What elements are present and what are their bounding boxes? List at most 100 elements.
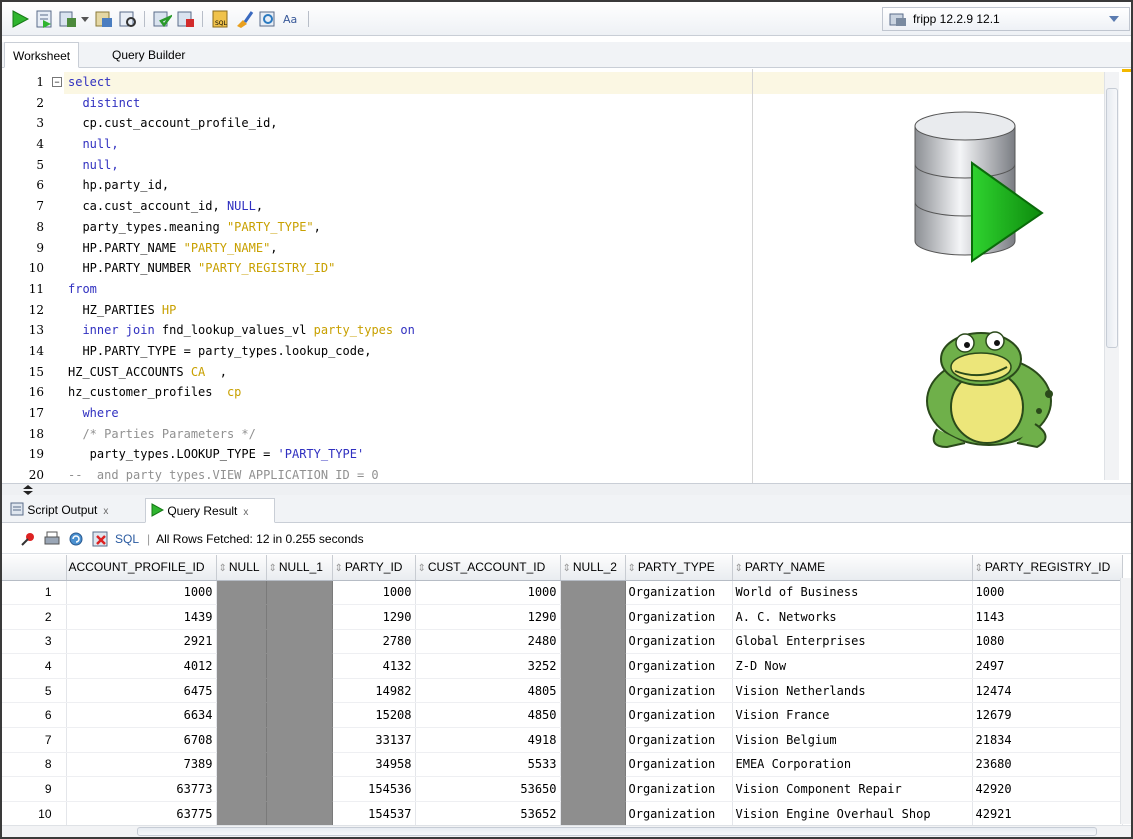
cell-null[interactable] (560, 629, 626, 655)
table-row[interactable]: 2 1439 1290 1290 Organization A. C. Networks 1… (2, 604, 1123, 630)
cell-party-id[interactable]: 154537 (332, 801, 416, 825)
cell-account-profile-id[interactable]: 63775 (66, 801, 217, 825)
sql-tuning-icon[interactable] (118, 9, 138, 29)
cell-n[interactable]: 8 (2, 752, 67, 778)
query-result-grid[interactable]: ACCOUNT_PROFILE_ID ⇕ NULL ⇕ NULL_1 ⇕ PARTY_… (2, 555, 1131, 825)
code-line[interactable]: null, (68, 155, 415, 176)
cell-null[interactable] (216, 801, 267, 825)
cell-party-id[interactable]: 1000 (332, 580, 416, 606)
cell-null[interactable] (266, 727, 333, 753)
cell-null[interactable] (560, 776, 626, 802)
cell-null[interactable] (216, 580, 267, 606)
code-line[interactable]: ca.cust_account_id, NULL, (68, 196, 415, 217)
column-header[interactable]: ⇕ PARTY_TYPE (625, 555, 733, 581)
code-line[interactable]: where (68, 403, 415, 424)
column-header[interactable]: ⇕ CUST_ACCOUNT_ID (415, 555, 561, 581)
cell-party-registry-id[interactable]: 1080 (972, 629, 1123, 655)
cell-party-name[interactable]: Vision Component Repair (732, 776, 973, 802)
cell-party-id[interactable]: 1290 (332, 604, 416, 630)
cell-n[interactable]: 1 (2, 580, 67, 606)
cell-null[interactable] (560, 801, 626, 825)
table-row[interactable]: 8 7389 34958 5533 Organization EMEA Corporati… (2, 752, 1123, 778)
tab-worksheet[interactable]: Worksheet (4, 42, 80, 68)
cell-party-registry-id[interactable]: 2497 (972, 653, 1123, 679)
table-row[interactable]: 7 6708 33137 4918 Organization Vision Belgium… (2, 727, 1123, 753)
cell-n[interactable]: 7 (2, 727, 67, 753)
cell-party-name[interactable]: Vision France (732, 702, 973, 729)
cell-party-id[interactable]: 14982 (332, 678, 416, 704)
refresh-icon[interactable] (68, 531, 84, 547)
cell-party-type[interactable]: Organization (625, 752, 733, 778)
cell-null[interactable] (266, 752, 333, 778)
editor-vertical-scrollbar[interactable] (1104, 72, 1119, 480)
tab-query-result[interactable]: Query Result x (145, 498, 275, 523)
code-line[interactable]: hp.party_id, (68, 175, 415, 196)
explain-plan-icon[interactable] (94, 9, 114, 29)
column-header[interactable]: ⇕ NULL (216, 555, 267, 581)
table-row[interactable]: 3 2921 2780 2480 Organization Global Enterpri… (2, 629, 1123, 655)
fold-collapse-icon[interactable]: − (52, 77, 62, 87)
code-line[interactable]: distinct (68, 93, 415, 114)
cell-party-registry-id[interactable]: 42920 (972, 776, 1123, 802)
splitter-arrows-icon[interactable] (22, 485, 34, 495)
table-row[interactable]: 5 6475 14982 4805 Organization Vision Netherl… (2, 678, 1123, 704)
cell-n[interactable]: 5 (2, 678, 67, 704)
sql-link[interactable]: SQL (115, 532, 139, 546)
cell-null[interactable] (216, 653, 267, 679)
rollback-icon[interactable] (176, 9, 196, 29)
scrollbar-thumb[interactable] (137, 827, 1097, 836)
print-icon[interactable] (44, 531, 60, 547)
commit-icon[interactable] (152, 9, 172, 29)
autotrace-icon[interactable] (58, 9, 78, 29)
code-line[interactable]: HP.PARTY_NUMBER "PARTY_REGISTRY_ID" (68, 258, 415, 279)
cell-account-profile-id[interactable]: 1000 (66, 580, 217, 606)
cell-cust-account-id[interactable]: 5533 (415, 752, 561, 778)
column-header[interactable]: ⇕ PARTY_ID (332, 555, 416, 581)
cancel-query-icon[interactable] (92, 531, 108, 547)
cell-cust-account-id[interactable]: 1290 (415, 604, 561, 630)
cell-null[interactable] (266, 580, 333, 606)
cell-null[interactable] (266, 629, 333, 655)
cell-cust-account-id[interactable]: 4850 (415, 702, 561, 729)
cell-party-registry-id[interactable]: 12474 (972, 678, 1123, 704)
cell-n[interactable]: 10 (2, 801, 67, 825)
cell-null[interactable] (216, 604, 267, 630)
column-header[interactable]: ⇕ NULL_1 (266, 555, 333, 581)
pin-icon[interactable] (20, 531, 36, 547)
cell-party-id[interactable]: 154536 (332, 776, 416, 802)
code-line[interactable]: null, (68, 134, 415, 155)
cell-null[interactable] (560, 727, 626, 753)
cell-n[interactable]: 3 (2, 629, 67, 655)
cell-party-registry-id[interactable]: 12679 (972, 702, 1123, 729)
table-row[interactable]: 6 6634 15208 4850 Organization Vision France 1… (2, 702, 1123, 729)
column-header[interactable]: ACCOUNT_PROFILE_ID (66, 555, 217, 581)
cell-party-name[interactable]: A. C. Networks (732, 604, 973, 630)
run-statement-icon[interactable] (10, 9, 30, 29)
cell-null[interactable] (560, 580, 626, 606)
cell-account-profile-id[interactable]: 1439 (66, 604, 217, 630)
panel-splitter[interactable] (2, 483, 1131, 495)
sort-icon[interactable]: ⇕ (418, 563, 426, 574)
history-icon[interactable] (258, 9, 278, 29)
cell-party-name[interactable]: EMEA Corporation (732, 752, 973, 778)
code-line[interactable]: party_types.meaning "PARTY_TYPE", (68, 217, 415, 238)
column-header[interactable]: ⇕ NULL_2 (560, 555, 626, 581)
cell-party-name[interactable]: Global Enterprises (732, 629, 973, 655)
cell-party-type[interactable]: Organization (625, 604, 733, 630)
cell-party-name[interactable]: Z-D Now (732, 653, 973, 679)
sort-icon[interactable]: ⇕ (563, 563, 571, 574)
close-icon[interactable]: x (243, 507, 248, 518)
grid-horizontal-scrollbar[interactable] (2, 825, 1131, 837)
clear-icon[interactable] (234, 9, 254, 29)
chevron-down-icon[interactable] (1109, 16, 1119, 22)
cell-party-name[interactable]: Vision Netherlands (732, 678, 973, 704)
cell-cust-account-id[interactable]: 53650 (415, 776, 561, 802)
code-line[interactable]: cp.cust_account_profile_id, (68, 113, 415, 134)
connection-selector[interactable]: fripp 12.2.9 12.1 (882, 7, 1130, 31)
unshared-sql-icon[interactable]: SQL (210, 9, 230, 29)
sort-icon[interactable]: ⇕ (219, 563, 227, 574)
cell-party-registry-id[interactable]: 21834 (972, 727, 1123, 753)
cell-cust-account-id[interactable]: 53652 (415, 801, 561, 825)
cell-n[interactable]: 2 (2, 604, 67, 630)
table-row[interactable]: 1 1000 1000 1000 Organization World of Busine… (2, 580, 1123, 606)
